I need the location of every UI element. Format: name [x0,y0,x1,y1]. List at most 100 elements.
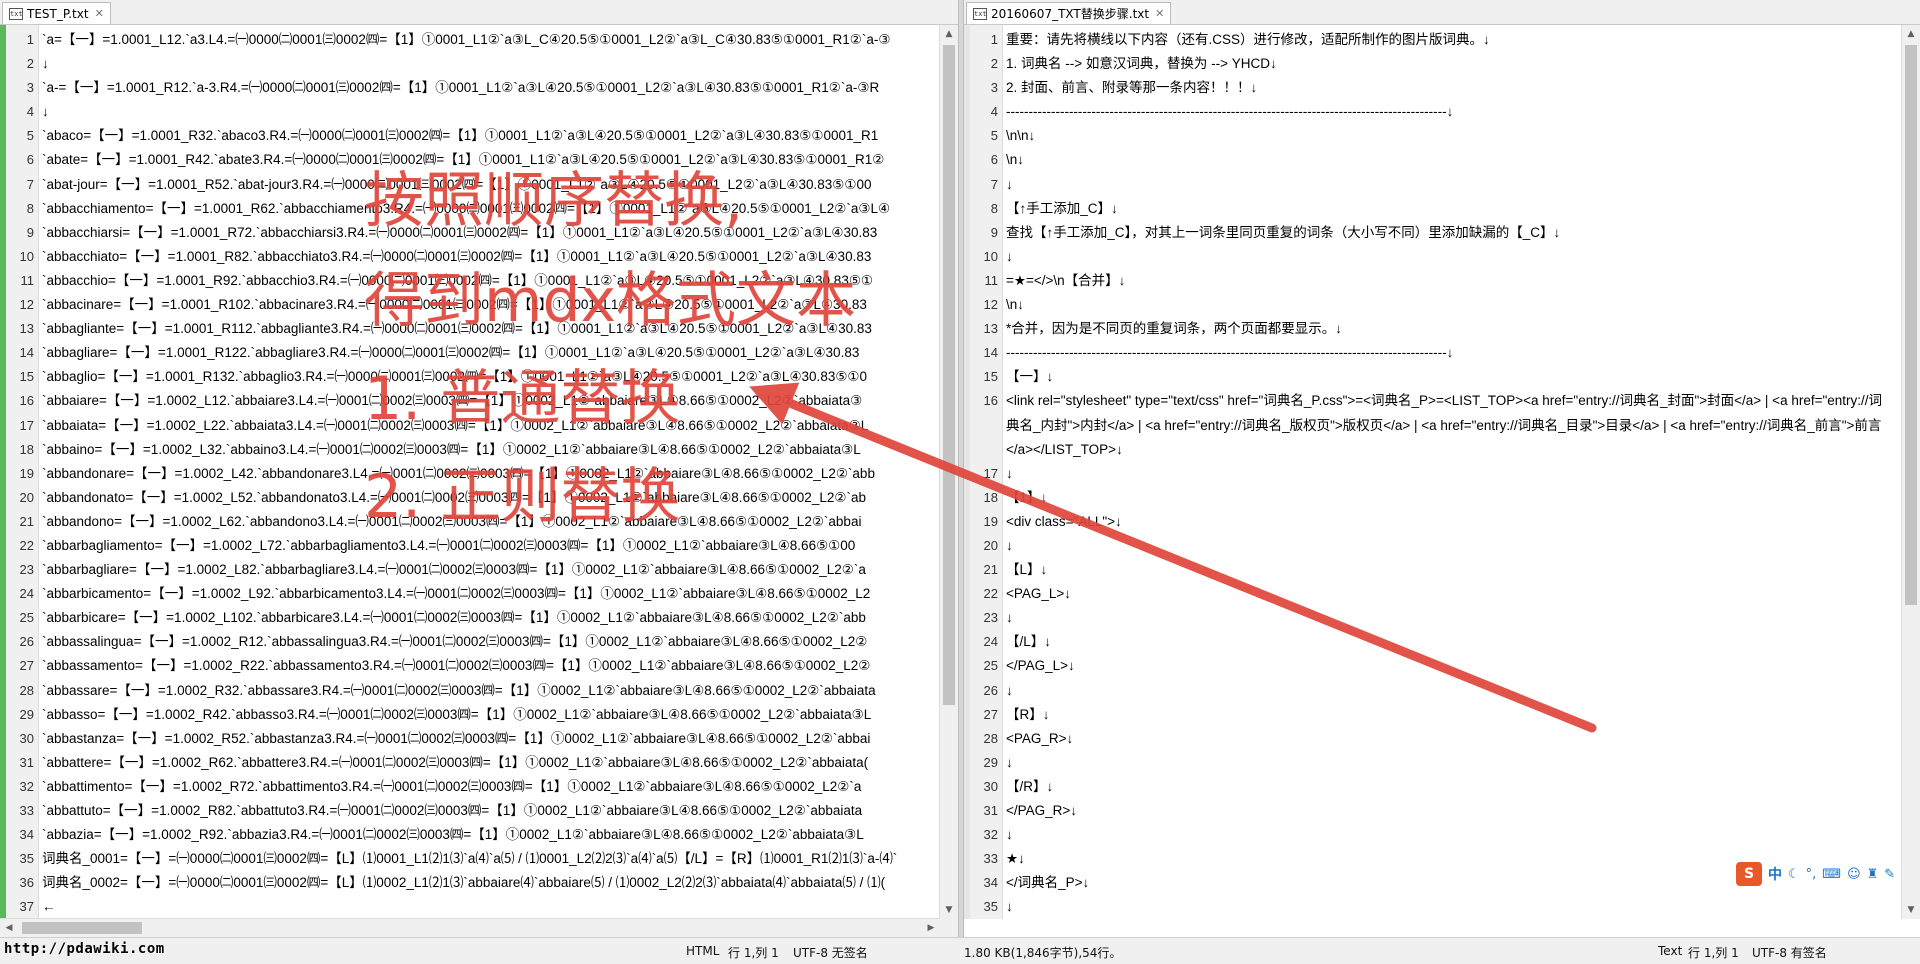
tab-txt-replace-steps[interactable]: txt 20160607_TXT替换步骤.txt ✕ [966,2,1172,24]
code-line[interactable]: 7 ↓ [964,173,1902,197]
code-line[interactable]: 24 `abbarbicamento=【一】=1.0002_L92.`abbarb… [0,582,940,606]
code-line[interactable]: 27 `abbassamento=【一】=1.0002_R22.`abbassam… [0,654,940,678]
moon-icon[interactable]: ☾ [1788,867,1800,882]
code-line[interactable]: 20 ↓ [964,534,1902,558]
ime-toolbar[interactable]: S 中 ☾ °, ⌨ ☺ ♜ ✎ [1736,860,1920,888]
scrollbar-thumb[interactable] [1905,45,1917,605]
code-line[interactable]: 13 *合并，因为是不同页的重复词条，两个页面都要显示。↓ [964,317,1902,341]
code-line[interactable]: 3 2. 封面、前言、附录等那一条内容！！！↓ [964,76,1902,100]
scrollbar-thumb[interactable] [22,922,142,934]
scroll-down-arrow-icon[interactable]: ▼ [1902,901,1920,919]
code-line[interactable]: 26 ↓ [964,679,1902,703]
sogou-logo-icon[interactable]: S [1736,862,1762,886]
code-line[interactable]: 30 【/R】↓ [964,775,1902,799]
code-line[interactable]: 7 `abat-jour=【一】=1.0001_R52.`abat-jour3.R… [0,173,940,197]
code-line[interactable]: 33 `abbattuto=【一】=1.0002_R82.`abbattuto3.… [0,799,940,823]
right-status-position[interactable]: 行 1,列 1 [1688,944,1739,961]
right-status-encoding[interactable]: UTF-8 有签名 [1752,944,1827,961]
code-line[interactable]: 1 `a=【一】=1.0001_L12.`a3.L4.=㈠0000㈡0001㈢00… [0,28,940,52]
code-line[interactable]: 15 【一】↓ [964,365,1902,389]
code-line[interactable]: 32 `abbattimento=【一】=1.0002_R72.`abbattim… [0,775,940,799]
code-line[interactable]: 14 `abbagliare=【一】=1.0001_R122.`abbagliar… [0,341,940,365]
code-line[interactable]: 5 `abaco=【一】=1.0001_R32.`abaco3.R4.=㈠0000… [0,124,940,148]
code-line[interactable]: 19 `abbandonare=【一】=1.0002_L42.`abbandona… [0,462,940,486]
code-line[interactable]: 27 【R】↓ [964,703,1902,727]
code-line[interactable]: 2 ↓ [0,52,940,76]
code-line[interactable]: 16 `abbaiare=【一】=1.0002_L12.`abbaiare3.L4… [0,389,940,413]
code-line[interactable]: 9 `abbacchiarsi=【一】=1.0001_R72.`abbacchia… [0,221,940,245]
tab-test-p[interactable]: txt TEST_P.txt ✕ [2,2,111,24]
code-line[interactable]: 13 `abbagliante=【一】=1.0001_R112.`abbaglia… [0,317,940,341]
left-horizontal-scrollbar[interactable]: ◀ ▶ [0,918,940,937]
code-line[interactable]: 18 `abbaino=【一】=1.0002_L32.`abbaino3.L4.=… [0,438,940,462]
left-status-language[interactable]: HTML [686,944,719,958]
code-line[interactable]: 16 <link rel="stylesheet" type="text/css"… [964,389,1902,461]
code-line[interactable]: 35 词典名_0001=【一】=㈠0000㈡0001㈢0002㈣=【L】⑴0001… [0,847,940,871]
code-line[interactable]: 14 --------------------------------------… [964,341,1902,365]
code-line[interactable]: 35 ↓ [964,895,1902,919]
code-line[interactable]: 29 ↓ [964,751,1902,775]
punctuation-icon[interactable]: °, [1806,867,1817,882]
left-status-position[interactable]: 行 1,列 1 [728,944,779,961]
code-line[interactable]: 23 ↓ [964,606,1902,630]
code-line[interactable]: 1 重要：请先将横线以下内容（还有.CSS）进行修改，适配所制作的图片版词典。↓ [964,28,1902,52]
code-line[interactable]: 32 ↓ [964,823,1902,847]
left-vertical-scrollbar[interactable]: ▲ ▼ [939,25,958,919]
scroll-up-arrow-icon[interactable]: ▲ [940,25,958,43]
code-line[interactable]: 25 </PAG_L>↓ [964,654,1902,678]
code-line[interactable]: 30 `abbastanza=【一】=1.0002_R52.`abbastanza… [0,727,940,751]
scrollbar-thumb[interactable] [943,45,955,705]
shirt-icon[interactable]: ♜ [1867,867,1879,882]
code-line[interactable]: 9 查找【↑手工添加_C】，对其上一词条里同页重复的词条（大小写不同）里添加缺漏的… [964,221,1902,245]
ime-language-toggle[interactable]: 中 [1768,864,1782,884]
code-line[interactable]: 28 `abbassare=【一】=1.0002_R32.`abbassare3.… [0,679,940,703]
code-line[interactable]: 11 =★=</>\n【合并】↓ [964,269,1902,293]
wrench-icon[interactable]: ✎ [1884,867,1895,882]
code-line[interactable]: 12 `abbacinare=【一】=1.0001_R102.`abbacinar… [0,293,940,317]
code-line[interactable]: 29 `abbasso=【一】=1.0002_R42.`abbasso3.R4.=… [0,703,940,727]
scroll-up-arrow-icon[interactable]: ▲ [1902,25,1920,43]
code-line[interactable]: 25 `abbarbicare=【一】=1.0002_L102.`abbarbic… [0,606,940,630]
code-line[interactable]: 6 `abate=【一】=1.0001_R42.`abate3.R4.=㈠0000… [0,148,940,172]
code-line[interactable]: 10 `abbacchiato=【一】=1.0001_R82.`abbacchia… [0,245,940,269]
code-line[interactable]: 12 \n↓ [964,293,1902,317]
code-line[interactable]: 2 1. 词典名 --> 如意汉词典，替换为 --> YHCD↓ [964,52,1902,76]
keyboard-icon[interactable]: ⌨ [1822,867,1841,882]
code-line[interactable]: 10 ↓ [964,245,1902,269]
close-icon[interactable]: ✕ [95,7,104,20]
code-line[interactable]: 26 `abbassalingua=【一】=1.0002_R12.`abbassa… [0,630,940,654]
code-line[interactable]: 8 【↑手工添加_C】↓ [964,197,1902,221]
close-icon[interactable]: ✕ [1155,7,1164,20]
code-line[interactable]: 3 `a-=【一】=1.0001_R12.`a-3.R4.=㈠0000㈡0001㈢… [0,76,940,100]
code-line[interactable]: 5 \n\n↓ [964,124,1902,148]
code-line[interactable]: 24 【/L】↓ [964,630,1902,654]
code-line[interactable]: 19 <div class="ALL">↓ [964,510,1902,534]
code-line[interactable]: 31 `abbattere=【一】=1.0002_R62.`abbattere3.… [0,751,940,775]
code-line[interactable]: 34 `abbazia=【一】=1.0002_R92.`abbazia3.R4.=… [0,823,940,847]
code-line[interactable]: 18 【1】↓ [964,486,1902,510]
scroll-left-arrow-icon[interactable]: ◀ [0,919,18,937]
code-line[interactable]: 22 <PAG_L>↓ [964,582,1902,606]
code-line[interactable]: 6 \n↓ [964,148,1902,172]
code-line[interactable]: 8 `abbacchiamento=【一】=1.0001_R62.`abbacch… [0,197,940,221]
scroll-right-arrow-icon[interactable]: ▶ [922,919,940,937]
left-editor[interactable]: 1 `a=【一】=1.0001_L12.`a3.L4.=㈠0000㈡0001㈢00… [0,25,940,919]
user-icon[interactable]: ☺ [1847,867,1861,882]
left-status-encoding[interactable]: UTF-8 无签名 [793,944,868,961]
code-line[interactable]: 23 `abbarbagliare=【一】=1.0002_L82.`abbarba… [0,558,940,582]
code-line[interactable]: 4 ↓ [0,100,940,124]
code-line[interactable]: 28 <PAG_R>↓ [964,727,1902,751]
code-line[interactable]: 36 词典名_0002=【一】=㈠0000㈡0001㈢0002㈣=【L】⑴0002… [0,871,940,895]
code-line[interactable]: 21 `abbandono=【一】=1.0002_L62.`abbandono3.… [0,510,940,534]
code-line[interactable]: 20 `abbandonato=【一】=1.0002_L52.`abbandona… [0,486,940,510]
right-vertical-scrollbar[interactable]: ▲ ▼ [1901,25,1920,919]
code-line[interactable]: 15 `abbaglio=【一】=1.0001_R132.`abbaglio3.R… [0,365,940,389]
code-line[interactable]: 17 ↓ [964,462,1902,486]
code-line[interactable]: 31 </PAG_R>↓ [964,799,1902,823]
code-line[interactable]: 22 `abbarbagliamento=【一】=1.0002_L72.`abba… [0,534,940,558]
code-line[interactable]: 4 ---------------------------------------… [964,100,1902,124]
right-editor[interactable]: 1 重要：请先将横线以下内容（还有.CSS）进行修改，适配所制作的图片版词典。↓ 2… [964,25,1902,919]
code-line[interactable]: 11 `abbacchio=【一】=1.0001_R92.`abbacchio3.… [0,269,940,293]
scroll-down-arrow-icon[interactable]: ▼ [940,901,958,919]
code-line[interactable]: 37 ← [0,895,940,919]
